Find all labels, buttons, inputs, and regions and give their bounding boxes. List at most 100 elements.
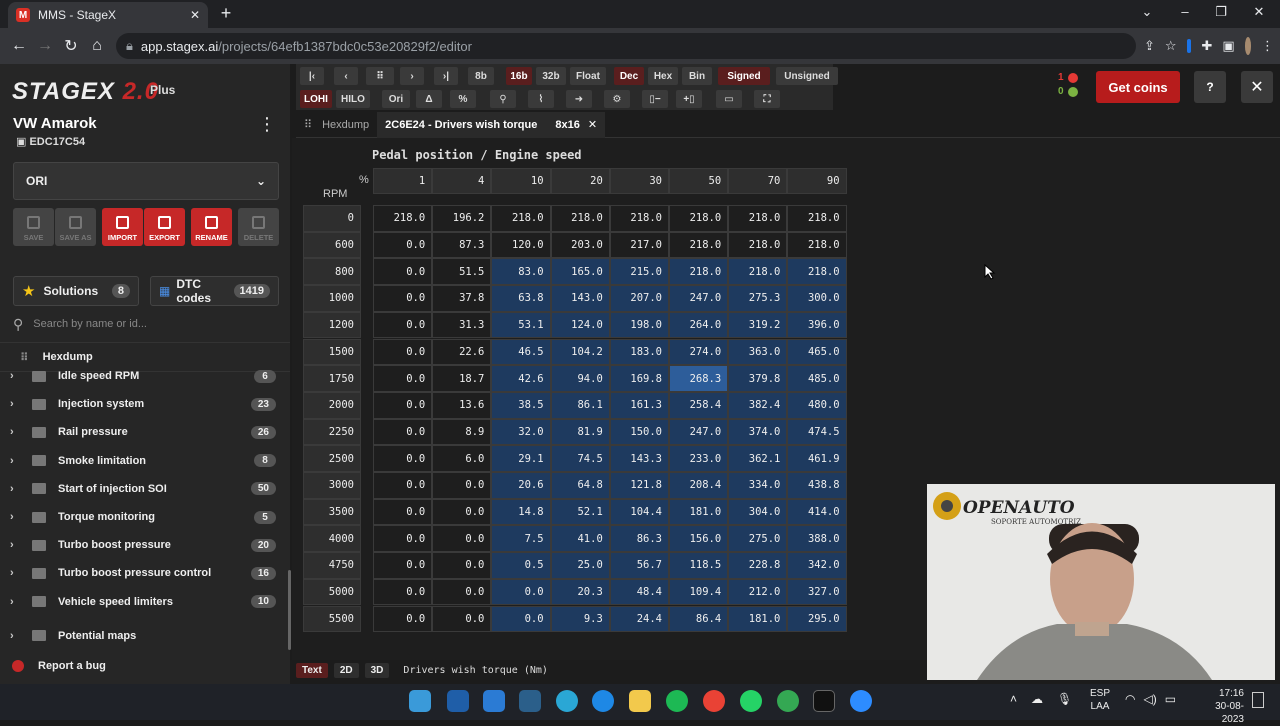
import-button[interactable]: IMPORT [102,208,143,246]
map-cell[interactable]: 52.1 [550,498,610,526]
browser-tab[interactable]: M MMS - StageX ✕ [8,2,208,28]
map-cell[interactable]: 8.9 [432,418,492,446]
minimize-button[interactable]: – [1170,4,1200,24]
map-cell[interactable]: 118.5 [669,552,729,579]
map-cell[interactable]: 218.0 [728,205,788,232]
forward-icon[interactable]: → [32,37,58,55]
map-cell[interactable]: 342.0 [787,552,847,579]
back-icon[interactable]: ← [6,37,32,55]
map-cell[interactable]: 215.0 [609,258,669,286]
map-cell[interactable]: 218.0 [669,258,729,286]
tab-hexdump[interactable]: ⠿ Hexdump [296,118,377,132]
wifi-icon[interactable]: ◠ [1125,692,1135,706]
map-cell[interactable]: 295.0 [787,605,847,633]
map-cell[interactable]: 20.6 [491,472,551,499]
map-cell[interactable]: 156.0 [669,525,729,553]
tab-search-icon[interactable]: ⌄ [1132,4,1162,24]
reload-icon[interactable]: ↻ [58,36,84,56]
map-cell[interactable]: 218.0 [373,205,433,232]
row-header[interactable]: 2250 [303,418,361,446]
chevron-up-icon[interactable]: ˄ [1010,692,1017,706]
map-cell[interactable]: 41.0 [550,525,610,553]
toggle-float[interactable]: Float [570,67,606,85]
map-cell[interactable]: 414.0 [787,498,847,526]
map-cell[interactable]: 109.4 [669,578,729,606]
map-cell[interactable]: 485.0 [787,365,847,392]
map-cell[interactable]: 6.0 [432,445,492,472]
map-cell[interactable]: 86.1 [550,391,610,419]
map-cell[interactable]: 46.5 [491,338,551,366]
map-cell[interactable]: 53.1 [491,311,551,339]
toggle-hilo[interactable]: HILO [336,90,370,108]
delete-button[interactable]: DELETE [238,208,279,246]
edge-icon[interactable] [556,690,578,712]
map-cell[interactable]: 334.0 [728,472,788,499]
notifications-icon[interactable] [1252,692,1264,708]
map-cell[interactable]: 20.3 [550,578,610,606]
map-cell[interactable]: 218.0 [787,258,847,286]
dtc-codes-button[interactable]: ▦ DTC codes 1419 [150,276,279,306]
map-cell[interactable]: 203.0 [550,231,610,259]
vscode-icon[interactable] [483,690,505,712]
chrome-icon[interactable] [703,690,725,712]
report-bug-link[interactable]: Report a bug [12,660,106,672]
view-2d-button[interactable]: 2D [333,662,359,678]
map-cell[interactable]: 181.0 [728,605,788,633]
row-header[interactable]: 1500 [303,338,361,366]
map-cell[interactable]: 233.0 [669,445,729,472]
map-cell[interactable]: 94.0 [550,365,610,392]
toggle-bin[interactable]: Bin [682,67,712,85]
column-header[interactable]: 1 [373,168,433,194]
toggle-16b[interactable]: 16b [506,67,532,85]
map-cell[interactable]: 29.1 [491,445,551,472]
map-cell[interactable]: 32.0 [491,418,551,446]
toggle-8b[interactable]: 8b [468,67,494,85]
map-cell[interactable]: 18.7 [432,365,492,392]
map-cell[interactable]: 24.4 [609,605,669,633]
file-select[interactable]: ORI ⌄ [13,162,279,200]
whatsapp-icon[interactable] [740,690,762,712]
view-text-button[interactable]: Text [296,662,328,678]
map-category[interactable]: › Vehicle speed limiters 10 [0,588,288,616]
toggle-delta[interactable]: Δ [416,90,442,108]
windows-start-icon[interactable] [409,690,431,712]
sidebar-scrollbar[interactable] [288,570,291,650]
map-cell[interactable]: 81.9 [550,418,610,446]
column-header[interactable]: 70 [728,168,788,194]
map-cell[interactable]: 258.4 [669,391,729,419]
map-cell[interactable]: 143.0 [550,285,610,312]
map-cell[interactable]: 64.8 [550,472,610,499]
grid-view-button[interactable]: ⠿ [366,67,394,85]
map-cell[interactable]: 0.5 [491,552,551,579]
map-cell[interactable]: 218.0 [669,231,729,259]
map-cell[interactable]: 42.6 [491,365,551,392]
map-cell[interactable]: 86.3 [609,525,669,553]
map-cell[interactable]: 86.4 [669,605,729,633]
map-cell[interactable]: 0.0 [373,285,433,312]
next-button[interactable]: › [400,67,424,85]
taskbar-clock[interactable]: 17:16 30-08-2023 [1200,687,1244,726]
map-cell[interactable]: 218.0 [728,231,788,259]
map-cell[interactable]: 247.0 [669,285,729,312]
restore-button[interactable]: ❐ [1206,4,1236,24]
map-cell[interactable]: 169.8 [609,365,669,392]
map-cell[interactable]: 327.0 [787,578,847,606]
toggle-hex[interactable]: Hex [648,67,678,85]
row-header[interactable]: 2500 [303,445,361,472]
map-cell[interactable]: 22.6 [432,338,492,366]
map-cell[interactable]: 0.0 [373,578,433,606]
column-header[interactable]: 10 [491,168,551,194]
map-cell[interactable]: 0.0 [491,605,551,633]
map-cell[interactable]: 183.0 [609,338,669,366]
volume-icon[interactable]: ◁) [1143,692,1156,706]
map-cell[interactable]: 63.8 [491,285,551,312]
map-cell[interactable]: 0.0 [373,418,433,446]
map-cell[interactable]: 208.4 [669,472,729,499]
export-button[interactable]: EXPORT [144,208,185,246]
goto-icon[interactable]: ➜ [566,90,592,108]
row-header[interactable]: 4000 [303,525,361,553]
map-cell[interactable]: 25.0 [550,552,610,579]
battery-icon[interactable]: ▭ [1165,692,1176,706]
chart-icon[interactable]: ⌇ [528,90,554,108]
map-cell[interactable]: 0.0 [373,231,433,259]
